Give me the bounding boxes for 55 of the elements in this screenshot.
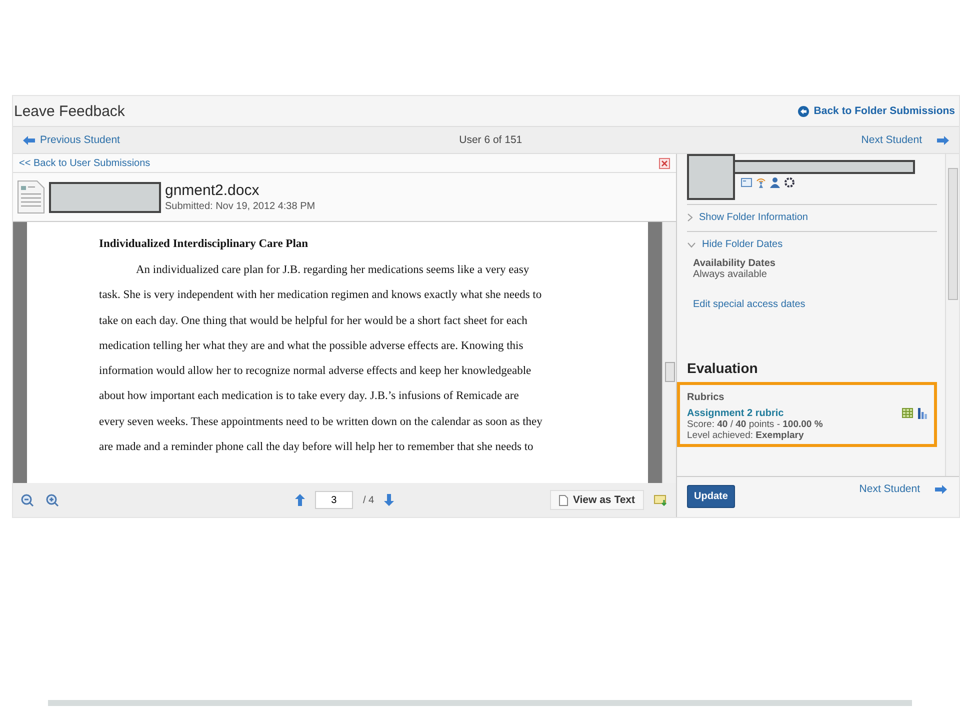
zoom-out-icon[interactable] [21,494,34,506]
up-arrow-icon[interactable] [294,494,305,506]
next-student-link[interactable]: Next Student [861,134,949,146]
close-icon[interactable] [659,158,670,168]
sidebar-scrollbar[interactable] [945,154,959,476]
show-folder-information-toggle[interactable]: Show Folder Information [687,212,937,223]
update-button[interactable]: Update [687,485,735,508]
document-line: are made and a reminder phone call the day before will help her to remember that she needs to [99,441,534,454]
evaluation-heading: Evaluation [687,360,759,376]
file-name: gnment2.docx [165,182,260,199]
edit-special-access-dates-link[interactable]: Edit special access dates [687,299,937,310]
page-title: Leave Feedback [14,102,125,120]
availability-value: Always available [692,269,768,280]
level-achieved-text: Level achieved: Exemplary [687,430,805,441]
user-position: User 6 of 151 [459,134,522,146]
signal-person-icon[interactable] [756,177,766,188]
previous-student-link[interactable]: Previous Student [23,134,120,146]
page-total: / 4 [362,494,374,506]
chevron-down-icon [687,242,696,248]
document-line: take on each day. One thing that would be helpful for her would be a short fact sheet for each [99,314,528,327]
email-icon[interactable] [741,177,752,187]
right-arrow-icon [935,484,947,494]
loading-icon [784,177,795,188]
hide-folder-dates-toggle[interactable]: Hide Folder Dates [687,239,937,250]
view-as-text-button[interactable]: View as Text [550,490,644,510]
rubric-link[interactable]: Assignment 2 rubric [687,408,784,419]
document-heading: Individualized Interdisciplinary Care Plan [99,238,310,250]
rubrics-label: Rubrics [687,392,724,403]
document-line: medication telling her what they are and what the possible adverse effects are. Knowing this [99,340,524,352]
download-icon[interactable] [654,494,668,506]
availability-label: Availability Dates [692,258,776,269]
left-arrow-icon [23,136,35,144]
document-line: every seven weeks. These appointments need to be written down on the calendar as soon as they [99,416,544,428]
document-line: An individualized care plan for J.B. regarding her medications seems like a very easy [135,264,530,276]
sidebar-next-student-link[interactable]: Next Student [859,483,947,495]
back-to-folder-link[interactable]: Back to Folder Submissions [798,105,955,117]
page-number-field[interactable]: 3 [314,491,353,509]
avatar-redaction-block [687,154,735,200]
back-arrow-icon [798,106,809,116]
document-line: task. She is very independent with her medication regimen and knows exactly what she needs to [99,289,543,302]
score-text: Score: 40 / 40 points - 100.00 % [687,419,824,430]
document-line: about how important each medication is to take every day. J.B.’s infusions of Remicade are [99,390,520,402]
zoom-in-icon[interactable] [46,494,59,506]
document-icon [17,180,45,214]
document-line: information would allow her to recognize normal adverse effects and keep her knowledgeable [99,365,532,378]
right-arrow-icon [937,136,949,144]
grid-icon[interactable] [902,408,913,418]
submitted-date: Submitted: Nov 19, 2012 4:38 PM [165,201,316,212]
down-arrow-icon[interactable] [384,494,394,506]
person-icon[interactable] [770,177,780,188]
scrollbar[interactable] [662,222,676,483]
bar-chart-icon[interactable] [918,408,927,419]
page-icon [558,494,568,506]
chevron-right-icon [687,213,693,222]
back-to-user-submissions-link[interactable]: << Back to User Submissions [19,158,150,168]
